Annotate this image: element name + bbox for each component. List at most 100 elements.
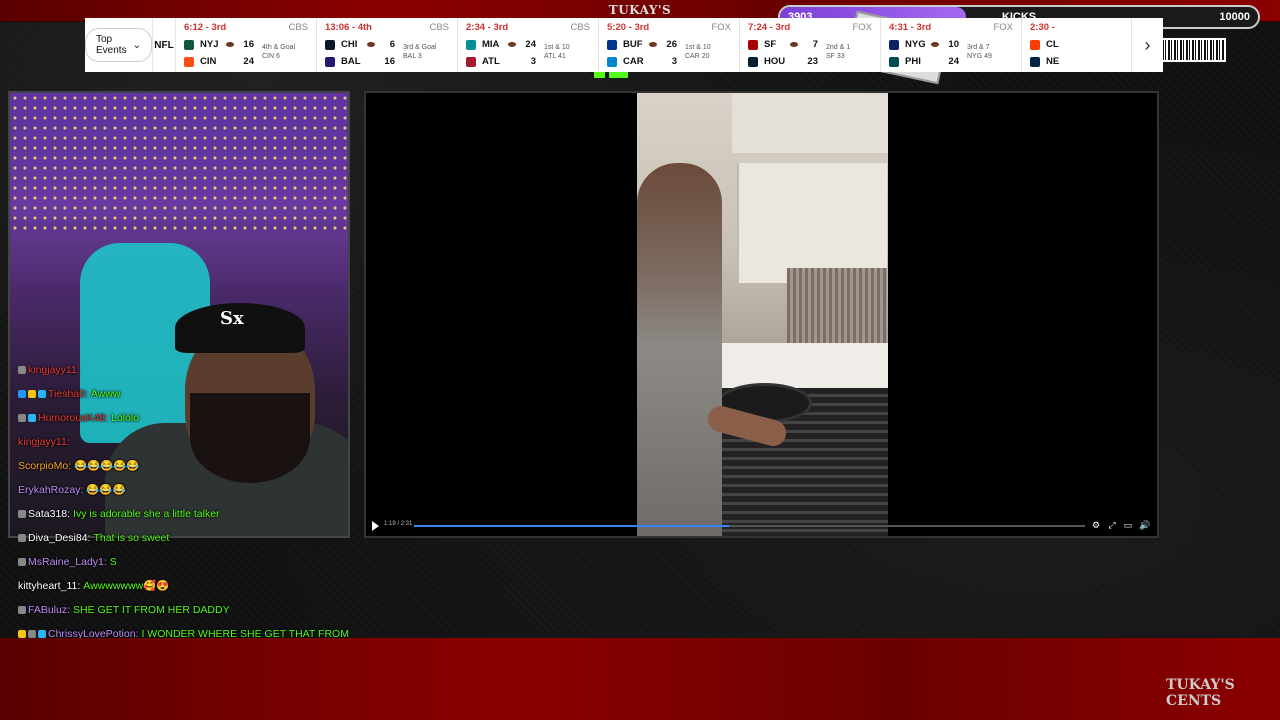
top-events-label: Top Events bbox=[96, 34, 127, 56]
team-logo-icon bbox=[748, 39, 758, 50]
yard-line-text: SF 33 bbox=[826, 53, 845, 60]
down-and-distance: 3rd & 7 NYG 49 bbox=[967, 43, 1013, 61]
team-logo-icon bbox=[325, 39, 335, 50]
chevron-right-icon[interactable]: › bbox=[1131, 18, 1163, 72]
team-abbr: BAL bbox=[341, 56, 361, 67]
game-header: 13:06 - 4th CBS bbox=[325, 22, 449, 36]
game-card[interactable]: 4:31 - 3rd FOX NYG 10 PHI 24 3rd & 7 NYG 49 bbox=[881, 18, 1022, 72]
down-text: 4th & Goal bbox=[262, 44, 296, 51]
team-logo-icon bbox=[748, 56, 758, 67]
chat-badge-icon bbox=[38, 390, 46, 399]
football-icon bbox=[226, 42, 234, 47]
chat-text: S bbox=[109, 556, 117, 568]
team-abbr: CHI bbox=[341, 39, 358, 50]
kicks-goal-target: 10000 bbox=[1219, 11, 1250, 23]
chat-message: FABuluz: SHE GET IT FROM HER DADDY bbox=[18, 598, 378, 622]
down-and-distance: 4th & Goal CIN 6 bbox=[262, 43, 308, 61]
chat-username[interactable]: kingjayy11: bbox=[28, 364, 80, 376]
team-abbr: PHI bbox=[905, 56, 921, 67]
team-logo-icon bbox=[184, 56, 194, 67]
video-person bbox=[637, 163, 722, 536]
chat-badge-icon bbox=[18, 510, 26, 519]
team-score: 7 bbox=[812, 39, 818, 50]
chat-badge-icon bbox=[18, 534, 26, 543]
football-icon bbox=[931, 42, 939, 47]
game-clock: 4:31 - 3rd bbox=[889, 22, 932, 33]
down-text: 3rd & Goal bbox=[403, 44, 437, 51]
webcam-background-lights bbox=[10, 93, 348, 233]
down-and-distance: 1st & 10 ATL 41 bbox=[544, 43, 590, 61]
progress-track[interactable] bbox=[414, 525, 1085, 527]
game-card[interactable]: 6:12 - 3rd CBS NYJ 16 CIN 24 4th & Goal CIN 6 bbox=[176, 18, 317, 72]
fullscreen-icon[interactable]: ⤢ bbox=[1107, 520, 1117, 530]
chat-username[interactable]: Diva_Desi84: bbox=[28, 532, 90, 544]
top-events-dropdown[interactable]: Top Events ⌄ bbox=[85, 28, 152, 62]
chat-username[interactable]: MsRaine_Lady1: bbox=[28, 556, 107, 568]
chat-username[interactable]: HumorousK48: bbox=[38, 412, 108, 424]
settings-icon[interactable]: ⚙ bbox=[1091, 520, 1101, 530]
football-icon bbox=[649, 42, 657, 47]
volume-icon[interactable]: 🔊 bbox=[1139, 520, 1150, 530]
game-header: 6:12 - 3rd CBS bbox=[184, 22, 308, 36]
chat-username[interactable]: ScorpioMo: bbox=[18, 460, 71, 472]
game-card[interactable]: 5:20 - 3rd FOX BUF 26 CAR 3 1st & 10 CAR 20 bbox=[599, 18, 740, 72]
video-frame[interactable] bbox=[637, 93, 888, 536]
down-and-distance: 3rd & Goal BAL 3 bbox=[403, 43, 449, 61]
bottom-brand-logo: TUKAY'S CENTS bbox=[1166, 677, 1235, 709]
chat-message: HumorousK48: Lololo bbox=[18, 406, 378, 430]
team-logo-icon bbox=[325, 56, 335, 67]
down-text: 2nd & 1 bbox=[826, 44, 851, 51]
game-network: CBS bbox=[288, 22, 308, 33]
chat-text: SHE GET IT FROM HER DADDY bbox=[73, 604, 230, 616]
yard-line-text: ATL 41 bbox=[544, 53, 566, 60]
game-card[interactable]: 2:34 - 3rd CBS MIA 24 ATL 3 1st & 10 ATL 41 bbox=[458, 18, 599, 72]
game-network: CBS bbox=[570, 22, 590, 33]
chat-overlay: kingjayy11: Tiesha0: Awww HumorousK48: Lolol… bbox=[18, 358, 378, 646]
football-icon bbox=[367, 42, 375, 47]
team-score: 10 bbox=[948, 39, 959, 50]
team-abbr: CAR bbox=[623, 56, 644, 67]
down-text: 3rd & 7 bbox=[967, 44, 990, 51]
league-label[interactable]: NFL bbox=[153, 18, 176, 72]
chat-username[interactable]: kingjayy11: bbox=[18, 436, 70, 448]
chat-username[interactable]: FABuluz: bbox=[28, 604, 70, 616]
chat-badge-icon bbox=[18, 414, 26, 423]
game-card[interactable]: 7:24 - 3rd FOX SF 7 HOU 23 2nd & 1 SF 33 bbox=[740, 18, 881, 72]
chat-message: Diva_Desi84: That is so sweet bbox=[18, 526, 378, 550]
game-clock: 2:30 - bbox=[1030, 22, 1055, 33]
team-abbr: MIA bbox=[482, 39, 500, 50]
chat-username[interactable]: Tiesha0: bbox=[48, 388, 88, 400]
game-clock: 13:06 - 4th bbox=[325, 22, 372, 33]
game-clock: 6:12 - 3rd bbox=[184, 22, 227, 33]
scores-ticker bbox=[0, 638, 1280, 720]
game-card[interactable]: 13:06 - 4th CBS CHI 6 BAL 16 3rd & Goal BAL 3 bbox=[317, 18, 458, 72]
team-logo-icon bbox=[466, 56, 476, 67]
chat-username[interactable]: ErykahRozay: bbox=[18, 484, 83, 496]
team-score: 3 bbox=[671, 56, 677, 67]
chat-username[interactable]: Sata318: bbox=[28, 508, 70, 520]
cap-logo: Sx bbox=[220, 308, 244, 329]
chat-message: kingjayy11: bbox=[18, 430, 378, 454]
chevron-down-icon: ⌄ bbox=[132, 39, 141, 51]
football-icon bbox=[508, 42, 516, 47]
video-player[interactable]: 1:19 / 2:31 ⚙ ⤢ ▭ 🔊 bbox=[364, 91, 1159, 538]
game-header: 4:31 - 3rd FOX bbox=[889, 22, 1013, 36]
team-abbr: BUF bbox=[623, 39, 643, 50]
chat-text: Ivy is adorable she a little talker bbox=[73, 508, 220, 520]
play-icon[interactable] bbox=[372, 521, 379, 531]
chat-badge-icon bbox=[18, 390, 26, 399]
game-header: 5:20 - 3rd FOX bbox=[607, 22, 731, 36]
team-logo-icon bbox=[889, 56, 899, 67]
team-logo-icon bbox=[466, 39, 476, 50]
team-score: 23 bbox=[807, 56, 818, 67]
yard-line-text: NYG 49 bbox=[967, 53, 992, 60]
team-abbr: HOU bbox=[764, 56, 786, 67]
chat-username[interactable]: kittyheart_11: bbox=[18, 580, 80, 592]
chat-badge-icon bbox=[18, 606, 26, 615]
game-clock: 2:34 - 3rd bbox=[466, 22, 509, 33]
game-network: FOX bbox=[852, 22, 872, 33]
team-logo-icon bbox=[184, 39, 194, 50]
pip-icon[interactable]: ▭ bbox=[1123, 520, 1133, 530]
game-clock: 5:20 - 3rd bbox=[607, 22, 650, 33]
chat-badge-icon bbox=[28, 414, 36, 423]
